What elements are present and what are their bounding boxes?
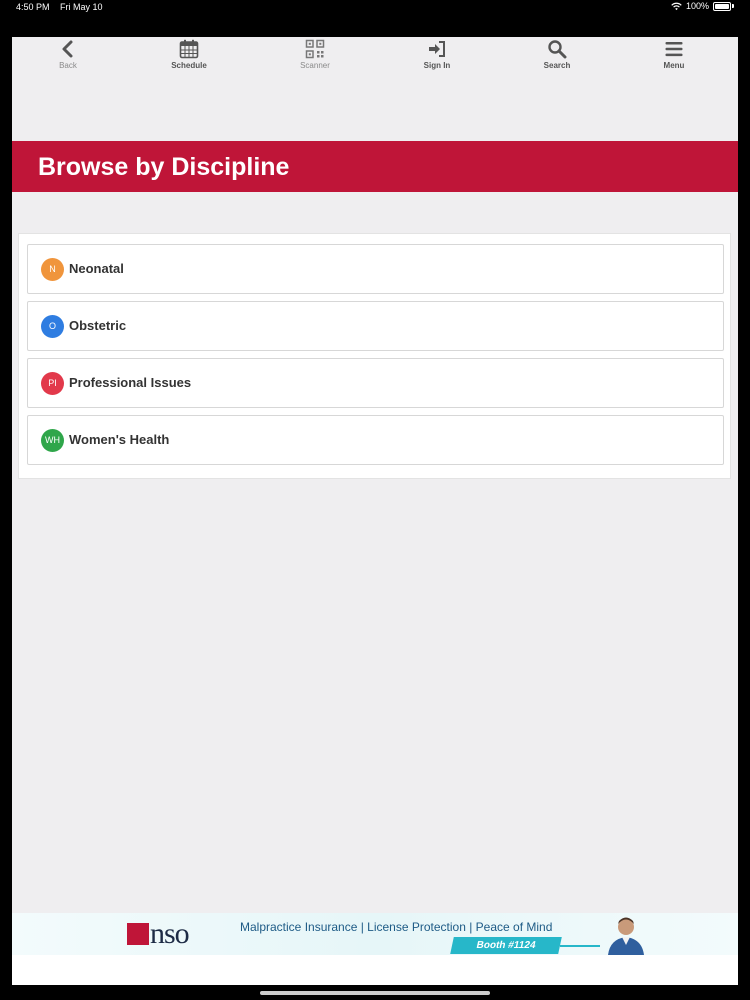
- search-label: Search: [543, 61, 571, 70]
- battery-percent: 100%: [685, 1, 709, 11]
- nso-logo-mark: [127, 923, 149, 945]
- wifi-icon: [671, 2, 682, 10]
- discipline-item-neonatal[interactable]: N Neonatal: [27, 244, 724, 294]
- discipline-badge: WH: [41, 429, 64, 452]
- status-bar: 4:50 PM Fri May 10 100%: [0, 0, 750, 16]
- advertisement-banner[interactable]: nso Malpractice Insurance | License Prot…: [12, 913, 738, 955]
- discipline-label: Obstetric: [69, 318, 127, 333]
- discipline-item-obstetric[interactable]: O Obstetric: [27, 301, 724, 351]
- scanner-button[interactable]: Scanner: [280, 37, 350, 77]
- discipline-item-womens-health[interactable]: WH Women's Health: [27, 415, 724, 465]
- ad-booth-badge: Booth #1124: [450, 937, 562, 954]
- discipline-label: Women's Health: [69, 432, 170, 447]
- discipline-badge: PI: [41, 372, 64, 395]
- sign-in-button[interactable]: Sign In: [402, 37, 472, 77]
- qr-code-icon: [305, 39, 325, 59]
- scanner-label: Scanner: [300, 61, 330, 70]
- discipline-badge: O: [41, 315, 64, 338]
- chevron-left-icon: [62, 40, 73, 58]
- schedule-label: Schedule: [171, 61, 207, 70]
- discipline-list: N Neonatal O Obstetric PI Professional I…: [18, 233, 731, 479]
- schedule-button[interactable]: Schedule: [154, 37, 224, 77]
- ad-divider: [560, 945, 600, 947]
- search-button[interactable]: Search: [522, 37, 592, 77]
- sign-in-label: Sign In: [423, 61, 451, 70]
- search-icon: [548, 40, 567, 59]
- discipline-badge: N: [41, 258, 64, 281]
- page-header-banner: Browse by Discipline: [12, 141, 738, 192]
- status-time: 4:50 PM: [16, 2, 50, 12]
- hamburger-menu-icon: [665, 42, 683, 57]
- page-title: Browse by Discipline: [38, 153, 290, 181]
- discipline-label: Professional Issues: [69, 375, 192, 390]
- calendar-icon: [179, 39, 199, 59]
- home-indicator[interactable]: [260, 991, 490, 995]
- toolbar: Back Schedule Scanner Sign In Search Men…: [12, 37, 738, 77]
- app-window: Back Schedule Scanner Sign In Search Men…: [12, 37, 738, 985]
- battery-icon: [713, 1, 731, 11]
- ad-tagline: Malpractice Insurance | License Protecti…: [240, 920, 553, 934]
- sign-in-icon: [429, 41, 445, 57]
- battery-tip: [732, 4, 734, 8]
- nso-logo: nso: [150, 917, 190, 950]
- discipline-item-professional-issues[interactable]: PI Professional Issues: [27, 358, 724, 408]
- status-indicators: 100%: [671, 1, 734, 11]
- status-date: Fri May 10: [60, 2, 103, 12]
- menu-button[interactable]: Menu: [639, 37, 709, 77]
- back-button[interactable]: Back: [33, 37, 103, 77]
- menu-label: Menu: [663, 61, 685, 70]
- back-label: Back: [59, 61, 77, 70]
- nurse-photo-icon: [608, 917, 644, 955]
- app-bottom-bar: [12, 955, 738, 985]
- discipline-label: Neonatal: [69, 261, 124, 276]
